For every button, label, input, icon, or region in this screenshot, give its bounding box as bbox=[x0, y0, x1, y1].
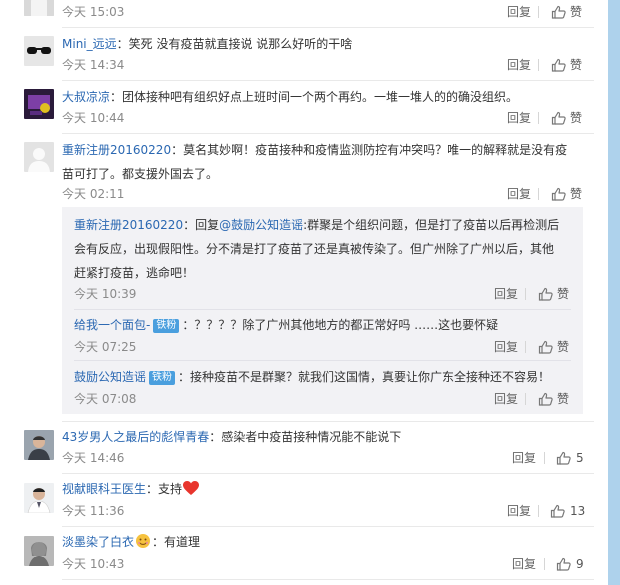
divider bbox=[62, 579, 594, 580]
divider bbox=[538, 112, 539, 124]
comment-text: 淡墨染了白衣 ：有道理 bbox=[62, 534, 201, 549]
comment-text: 重新注册20160220：莫名其妙啊！疫苗接种和疫情监测防控有冲突吗？唯一的解释… bbox=[62, 143, 568, 181]
username-link[interactable]: 给我一个面包- bbox=[74, 318, 150, 332]
username-link[interactable]: 淡墨染了白衣 bbox=[62, 535, 134, 549]
like-icon[interactable] bbox=[551, 5, 566, 19]
sub-comment-item: 鼓励公知造谣 铁粉 ：接种疫苗不是群聚？就我们这国情，真要让你广东全接种还不容易！ … bbox=[62, 363, 583, 413]
comment-text: Mini_远远：笑死 没有疫苗就直接说 说那么好听的干啥 bbox=[62, 37, 353, 51]
fan-badge: 铁粉 bbox=[153, 319, 180, 333]
divider bbox=[525, 341, 526, 353]
comment-time: 今天 02:11 bbox=[62, 187, 125, 201]
like-icon[interactable] bbox=[551, 111, 566, 125]
comment-text: 43岁男人之最后的彪悍青春：感染者中疫苗接种情况能不能说下 bbox=[62, 430, 402, 444]
smile-emoji bbox=[136, 534, 151, 548]
heart-emoji bbox=[183, 481, 200, 495]
divider bbox=[62, 526, 594, 527]
like-icon[interactable] bbox=[551, 187, 566, 201]
mention-link[interactable]: @鼓励公知造谣 bbox=[219, 218, 303, 232]
sub-comment-item: 给我一个面包- 铁粉 ：？？？？除了广州其他地方的都正常好吗 ……这也要怀疑 今天 … bbox=[62, 311, 583, 361]
reply-button[interactable]: 回复 bbox=[494, 391, 518, 407]
reply-button[interactable]: 回复 bbox=[507, 186, 531, 202]
comment-time: 今天 10:39 bbox=[74, 287, 137, 301]
like-label[interactable]: 赞 bbox=[570, 4, 582, 20]
like-icon[interactable] bbox=[550, 504, 565, 518]
reply-button[interactable]: 回复 bbox=[512, 556, 536, 572]
divider bbox=[74, 309, 571, 310]
reply-button[interactable]: 回复 bbox=[507, 503, 531, 519]
divider bbox=[74, 360, 571, 361]
comment-time: 今天 07:25 bbox=[74, 340, 137, 354]
like-label[interactable]: 赞 bbox=[570, 186, 582, 202]
divider bbox=[62, 473, 594, 474]
like-icon[interactable] bbox=[556, 451, 571, 465]
like-label[interactable]: 赞 bbox=[557, 339, 569, 355]
ghost-avatar[interactable] bbox=[24, 0, 54, 16]
purple-cartoon-avatar[interactable] bbox=[24, 89, 54, 119]
like-icon[interactable] bbox=[556, 557, 571, 571]
username-link[interactable]: 重新注册20160220 bbox=[62, 143, 171, 157]
username-link[interactable]: 鼓励公知造谣 bbox=[74, 370, 146, 384]
default-avatar[interactable] bbox=[24, 142, 54, 172]
like-label[interactable]: 赞 bbox=[557, 286, 569, 302]
username-link[interactable]: 视献眼科王医生 bbox=[62, 482, 146, 496]
sub-comment-box: 重新注册20160220：回复@鼓励公知造谣:群聚是个组织问题，但是打了疫苗以后… bbox=[62, 207, 583, 414]
comment-time: 今天 15:03 bbox=[62, 5, 125, 19]
divider bbox=[525, 393, 526, 405]
like-count: 13 bbox=[570, 504, 586, 518]
divider bbox=[62, 421, 594, 422]
man-photo-avatar[interactable] bbox=[24, 430, 54, 460]
sub-comment-text: 鼓励公知造谣 铁粉 ：接种疫苗不是群聚？就我们这国情，真要让你广东全接种还不容易！ bbox=[74, 370, 551, 385]
comment-time: 今天 07:08 bbox=[74, 392, 137, 406]
sub-comment-text: 重新注册20160220：回复@鼓励公知造谣:群聚是个组织问题，但是打了疫苗以后… bbox=[74, 218, 560, 280]
divider bbox=[544, 452, 545, 464]
reply-button[interactable]: 回复 bbox=[494, 286, 518, 302]
sub-comment-text: 给我一个面包- 铁粉 ：？？？？除了广州其他地方的都正常好吗 ……这也要怀疑 bbox=[74, 318, 499, 333]
username-link[interactable]: 大叔凉凉 bbox=[62, 90, 110, 104]
comment-time: 今天 14:34 bbox=[62, 58, 125, 72]
comment-time: 今天 11:36 bbox=[62, 504, 125, 518]
bw-photo-avatar[interactable] bbox=[24, 536, 54, 566]
like-label[interactable]: 赞 bbox=[570, 57, 582, 73]
like-label[interactable]: 赞 bbox=[557, 391, 569, 407]
divider bbox=[525, 288, 526, 300]
like-icon[interactable] bbox=[538, 392, 553, 406]
divider bbox=[544, 558, 545, 570]
divider bbox=[538, 505, 539, 517]
comment-panel: 今天 15:03 回复 赞 Mini_远远：笑死 没有疫苗就直接说 说那么好听的… bbox=[0, 0, 608, 585]
divider bbox=[62, 80, 594, 81]
username-link[interactable]: 43岁男人之最后的彪悍青春 bbox=[62, 430, 209, 444]
comment-time: 今天 14:46 bbox=[62, 451, 125, 465]
like-icon[interactable] bbox=[538, 287, 553, 301]
reply-button[interactable]: 回复 bbox=[494, 339, 518, 355]
reply-button[interactable]: 回复 bbox=[512, 450, 536, 466]
username-link[interactable]: Mini_远远 bbox=[62, 37, 117, 51]
divider bbox=[538, 59, 539, 71]
comment-time: 今天 10:43 bbox=[62, 557, 125, 571]
divider bbox=[538, 188, 539, 200]
comment-time: 今天 10:44 bbox=[62, 111, 125, 125]
divider bbox=[62, 27, 594, 28]
comment-text: 大叔凉凉：团体接种吧有组织好点上班时间一个两个再约。一堆一堆人的的确没组织。 bbox=[62, 90, 519, 104]
reply-button[interactable]: 回复 bbox=[507, 4, 531, 20]
fan-badge: 铁粉 bbox=[149, 371, 176, 385]
like-icon[interactable] bbox=[538, 340, 553, 354]
like-count: 9 bbox=[576, 557, 584, 571]
comment-text: 视献眼科王医生：支持 bbox=[62, 480, 200, 498]
sunglasses-avatar[interactable] bbox=[24, 36, 54, 66]
like-icon[interactable] bbox=[551, 58, 566, 72]
doctor-avatar[interactable] bbox=[24, 483, 54, 513]
reply-button[interactable]: 回复 bbox=[507, 57, 531, 73]
reply-button[interactable]: 回复 bbox=[507, 110, 531, 126]
divider bbox=[62, 133, 594, 134]
username-link[interactable]: 重新注册20160220 bbox=[74, 218, 183, 232]
divider bbox=[538, 6, 539, 18]
like-label[interactable]: 赞 bbox=[570, 110, 582, 126]
sub-comment-item: 重新注册20160220：回复@鼓励公知造谣:群聚是个组织问题，但是打了疫苗以后… bbox=[62, 207, 583, 307]
like-count: 5 bbox=[576, 451, 584, 465]
